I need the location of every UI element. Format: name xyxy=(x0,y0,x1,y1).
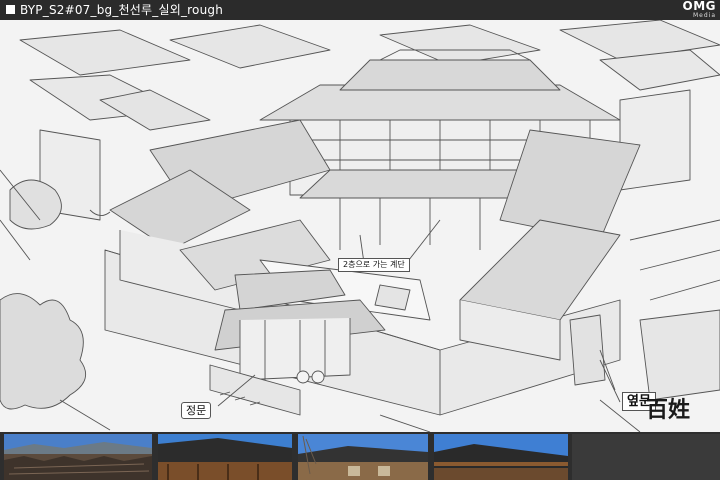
empty-slot xyxy=(572,434,720,480)
stairs-annotation: 2층으로 가는 계단 xyxy=(338,258,410,272)
sketch-drawing xyxy=(0,20,720,432)
tiled-roof-photo[interactable] xyxy=(434,434,568,480)
courtyard-facade-photo[interactable] xyxy=(298,434,428,480)
logo-sub: Media xyxy=(692,12,716,19)
reference-photo-strip xyxy=(0,432,720,480)
main-gate-annotation: 정문 xyxy=(181,402,212,419)
wooden-building-photo[interactable] xyxy=(158,434,292,480)
window-title: BYP_S2#07_bg_천선루_실외_rough xyxy=(20,3,223,17)
background-sketch: 2층으로 가는 계단 정문 옆문 百姓 xyxy=(0,20,720,432)
brand-stamp: 百姓 xyxy=(646,397,691,423)
square-icon xyxy=(6,5,15,14)
town-rooftops-photo[interactable] xyxy=(4,434,152,480)
logo-main: OMG xyxy=(682,0,716,13)
studio-logo: OMG Media xyxy=(682,0,717,19)
title-bar: BYP_S2#07_bg_천선루_실외_rough OMG Media xyxy=(0,0,720,20)
